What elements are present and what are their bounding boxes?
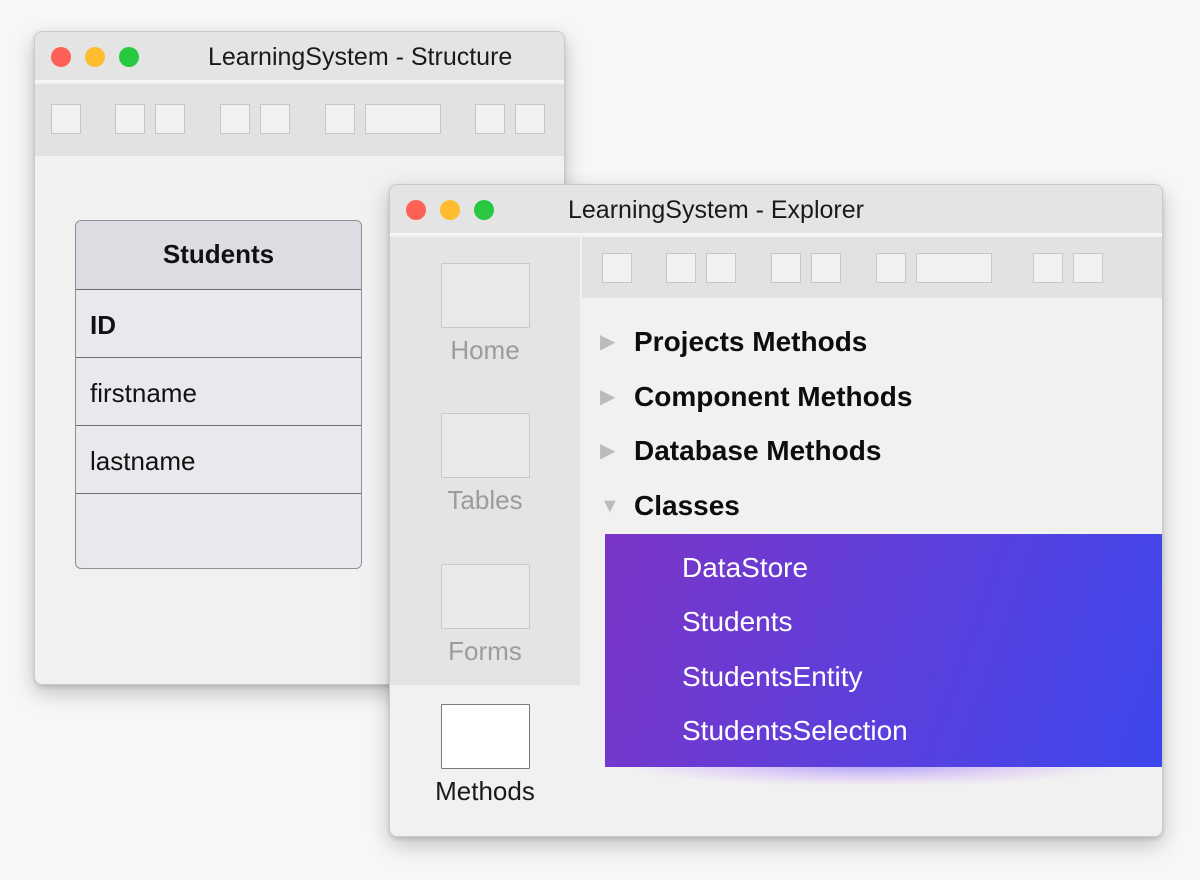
methods-icon <box>441 704 530 769</box>
explorer-toolbar <box>582 237 1162 298</box>
sidebar-item-forms[interactable]: Forms <box>390 564 580 704</box>
minimize-window-button[interactable] <box>440 200 460 220</box>
close-window-button[interactable] <box>406 200 426 220</box>
toolbar-button[interactable] <box>260 104 290 134</box>
toolbar-button[interactable] <box>771 253 801 283</box>
students-table-card[interactable]: Students ID firstname lastname <box>75 220 362 569</box>
triangle-right-icon[interactable]: ▶ <box>600 331 622 353</box>
tree-group-label: Component Methods <box>634 381 913 412</box>
class-item-studentsentity[interactable]: StudentsEntity <box>682 657 863 697</box>
tree-group-label: Projects Methods <box>634 326 868 357</box>
structure-toolbar <box>35 84 564 156</box>
sidebar-item-label: Tables <box>447 485 523 515</box>
sidebar-item-label: Home <box>450 335 520 365</box>
toolbar-button[interactable] <box>876 253 906 283</box>
toolbar-button[interactable] <box>115 104 145 134</box>
sidebar-item-label: Methods <box>435 776 535 806</box>
triangle-right-icon[interactable]: ▶ <box>600 386 622 408</box>
toolbar-button[interactable] <box>51 104 81 134</box>
explorer-window: LearningSystem - Explorer Home Tables Fo… <box>389 184 1163 837</box>
toolbar-button[interactable] <box>155 104 185 134</box>
toolbar-button[interactable] <box>666 253 696 283</box>
toolbar-button[interactable] <box>1073 253 1103 283</box>
sidebar-item-tables[interactable]: Tables <box>390 413 580 553</box>
triangle-right-icon[interactable]: ▶ <box>600 440 622 462</box>
traffic-lights <box>406 200 494 220</box>
maximize-window-button[interactable] <box>474 200 494 220</box>
table-field-lastname[interactable]: lastname <box>76 426 361 494</box>
tree-group-label: Classes <box>634 490 740 521</box>
sidebar-item-label: Forms <box>448 636 522 666</box>
window-title: LearningSystem - Structure <box>208 43 513 71</box>
table-name: Students <box>76 221 361 290</box>
class-item-students[interactable]: Students <box>682 602 793 642</box>
table-field-firstname[interactable]: firstname <box>76 358 361 426</box>
explorer-titlebar[interactable]: LearningSystem - Explorer <box>390 185 1162 235</box>
home-icon <box>441 263 530 328</box>
toolbar-button[interactable] <box>325 104 355 134</box>
class-item-studentsselection[interactable]: StudentsSelection <box>682 711 908 751</box>
traffic-lights <box>51 47 139 67</box>
sidebar-item-methods[interactable]: Methods <box>390 704 580 836</box>
toolbar-button[interactable] <box>706 253 736 283</box>
toolbar-button[interactable] <box>515 104 545 134</box>
toolbar-button[interactable] <box>1033 253 1063 283</box>
table-field-id[interactable]: ID <box>76 290 361 358</box>
structure-titlebar[interactable]: LearningSystem - Structure <box>35 32 564 82</box>
toolbar-button[interactable] <box>811 253 841 283</box>
toolbar-button[interactable] <box>602 253 632 283</box>
toolbar-button[interactable] <box>220 104 250 134</box>
class-item-datastore[interactable]: DataStore <box>682 548 808 588</box>
forms-icon <box>441 564 530 629</box>
tree-group-label: Database Methods <box>634 435 882 466</box>
triangle-down-icon[interactable]: ▼ <box>600 495 622 517</box>
sidebar-item-home[interactable]: Home <box>390 263 580 403</box>
toolbar-button[interactable] <box>475 104 505 134</box>
tables-icon <box>441 413 530 478</box>
classes-list: DataStore Students StudentsEntity Studen… <box>605 534 1162 767</box>
table-field-empty[interactable] <box>76 494 361 562</box>
toolbar-wide-button[interactable] <box>916 253 992 283</box>
maximize-window-button[interactable] <box>119 47 139 67</box>
window-title: LearningSystem - Explorer <box>568 196 864 224</box>
toolbar-wide-button[interactable] <box>365 104 441 134</box>
close-window-button[interactable] <box>51 47 71 67</box>
minimize-window-button[interactable] <box>85 47 105 67</box>
